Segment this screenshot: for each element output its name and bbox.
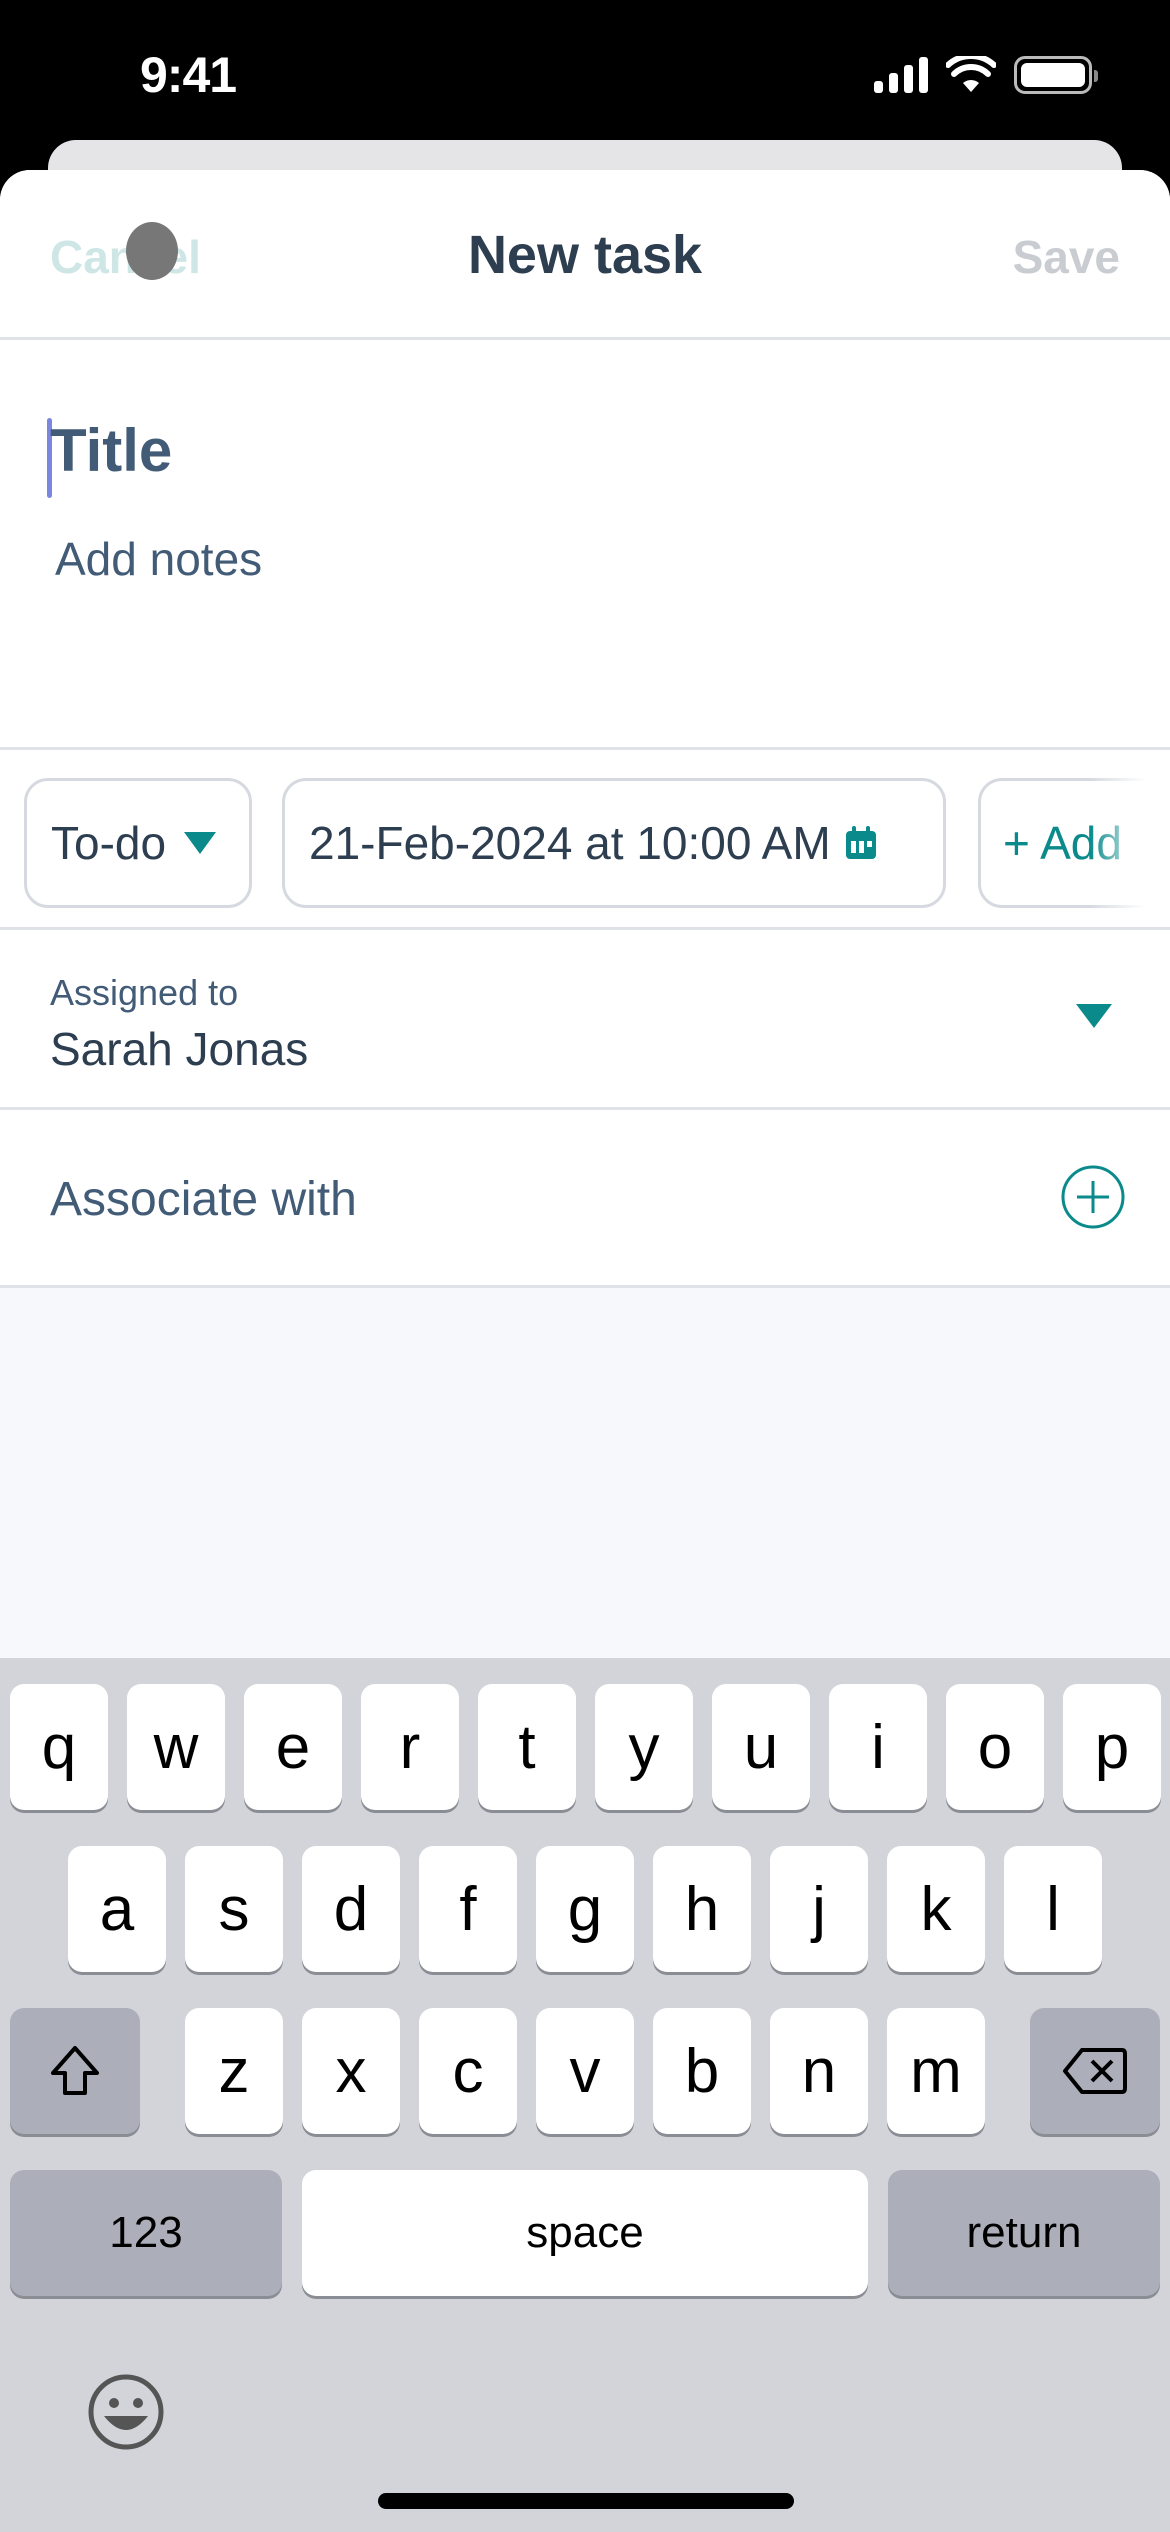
key-k[interactable]: k bbox=[887, 1846, 985, 1972]
status-value: To-do bbox=[51, 817, 167, 869]
key-p[interactable]: p bbox=[1063, 1684, 1161, 1810]
key-e[interactable]: e bbox=[244, 1684, 342, 1810]
key-b[interactable]: b bbox=[653, 2008, 751, 2134]
keyboard-row-4: 123 space return bbox=[0, 2170, 1170, 2296]
key-v[interactable]: v bbox=[536, 2008, 634, 2134]
emoji-icon[interactable] bbox=[86, 2372, 166, 2452]
notes-input[interactable]: Add notes bbox=[55, 532, 262, 586]
backspace-key[interactable] bbox=[1030, 2008, 1160, 2134]
backspace-icon bbox=[1063, 2048, 1127, 2094]
task-editor: Title Add notes bbox=[0, 340, 1170, 750]
key-g[interactable]: g bbox=[536, 1846, 634, 1972]
key-a[interactable]: a bbox=[68, 1846, 166, 1972]
key-x[interactable]: x bbox=[302, 2008, 400, 2134]
page-title: New task bbox=[467, 225, 703, 285]
key-t[interactable]: t bbox=[478, 1684, 576, 1810]
status-time: 9:41 bbox=[140, 47, 237, 103]
key-r[interactable]: r bbox=[361, 1684, 459, 1810]
shift-icon bbox=[51, 2046, 99, 2095]
return-key[interactable]: return bbox=[888, 2170, 1160, 2296]
numbers-key[interactable]: 123 bbox=[10, 2170, 282, 2296]
caret-down-icon bbox=[184, 832, 217, 854]
key-y[interactable]: y bbox=[595, 1684, 693, 1810]
key-i[interactable]: i bbox=[829, 1684, 927, 1810]
key-h[interactable]: h bbox=[653, 1846, 751, 1972]
new-task-sheet: Cancel New task Save Title Add notes To-… bbox=[0, 170, 1170, 1660]
home-indicator bbox=[378, 2493, 794, 2509]
space-key[interactable]: space bbox=[302, 2170, 868, 2296]
save-button[interactable]: Save bbox=[1013, 230, 1120, 284]
key-o[interactable]: o bbox=[946, 1684, 1044, 1810]
associate-with-row[interactable]: Associate with bbox=[0, 1110, 1170, 1288]
key-l[interactable]: l bbox=[1004, 1846, 1102, 1972]
key-c[interactable]: c bbox=[419, 2008, 517, 2134]
key-d[interactable]: d bbox=[302, 1846, 400, 1972]
chips-row: To-do 21-Feb-2024 at 10:00 AM + Add bbox=[0, 750, 1170, 930]
key-m[interactable]: m bbox=[887, 2008, 985, 2134]
key-n[interactable]: n bbox=[770, 2008, 868, 2134]
title-input[interactable]: Title bbox=[50, 416, 172, 485]
status-icons bbox=[874, 56, 1098, 94]
due-date-value: 21-Feb-2024 at 10:00 AM bbox=[309, 817, 831, 869]
key-u[interactable]: u bbox=[712, 1684, 810, 1810]
wifi-icon bbox=[946, 56, 996, 92]
caret-down-icon bbox=[1076, 1004, 1112, 1028]
add-circle-icon[interactable] bbox=[1060, 1164, 1126, 1230]
key-s[interactable]: s bbox=[185, 1846, 283, 1972]
due-date-picker[interactable]: 21-Feb-2024 at 10:00 AM bbox=[282, 778, 946, 908]
key-f[interactable]: f bbox=[419, 1846, 517, 1972]
key-j[interactable]: j bbox=[770, 1846, 868, 1972]
assigned-to-field[interactable]: Assigned to Sarah Jonas bbox=[0, 930, 1170, 1110]
shift-key[interactable] bbox=[10, 2008, 140, 2134]
associate-with-label: Associate with bbox=[50, 1173, 357, 1226]
keyboard-row-1: qwertyuiop bbox=[0, 1684, 1170, 1810]
scroll-fade bbox=[1090, 750, 1170, 927]
nav-bar: Cancel New task Save bbox=[0, 170, 1170, 340]
assigned-to-value: Sarah Jonas bbox=[50, 1023, 309, 1075]
key-q[interactable]: q bbox=[10, 1684, 108, 1810]
cellular-signal-icon bbox=[874, 57, 928, 93]
battery-icon bbox=[1014, 56, 1098, 94]
key-z[interactable]: z bbox=[185, 2008, 283, 2134]
assigned-to-label: Assigned to bbox=[50, 972, 239, 1013]
keyboard: qwertyuiop asdfghjkl zxcvbnm 123 space r… bbox=[0, 1658, 1170, 2532]
key-w[interactable]: w bbox=[127, 1684, 225, 1810]
calendar-icon bbox=[845, 826, 876, 859]
keyboard-row-3: zxcvbnm bbox=[0, 2008, 1170, 2134]
status-bar: 9:41 bbox=[0, 0, 1170, 140]
status-dropdown[interactable]: To-do bbox=[24, 778, 252, 908]
keyboard-row-2: asdfghjkl bbox=[0, 1846, 1170, 1972]
